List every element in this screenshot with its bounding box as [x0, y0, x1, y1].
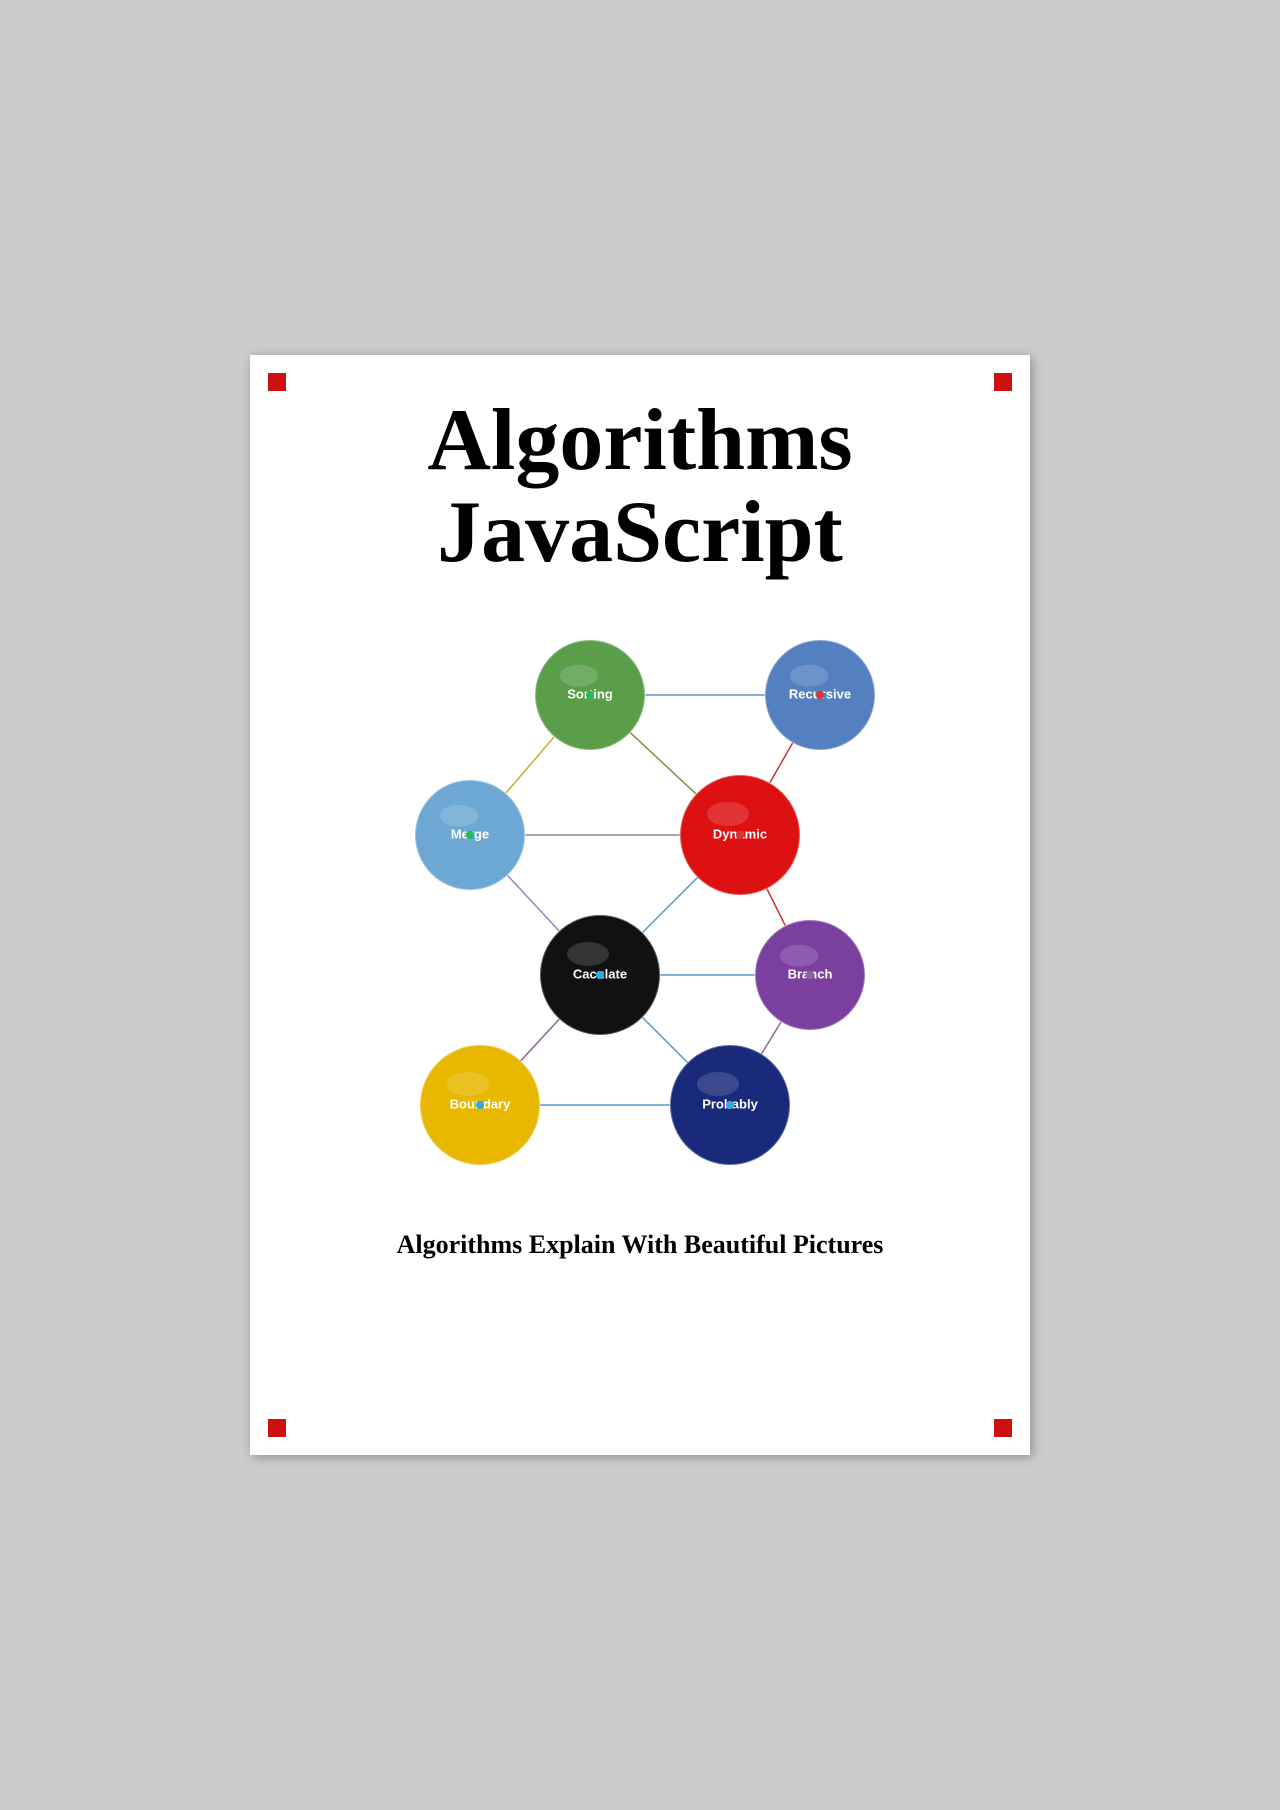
corner-bottom-right: [994, 1419, 1012, 1437]
algorithm-diagram: SortingRecursiveMergeDynamicCaculateBran…: [360, 610, 920, 1190]
corner-top-left: [268, 373, 286, 391]
subtitle: Algorithms Explain With Beautiful Pictur…: [397, 1230, 884, 1260]
corner-bottom-left: [268, 1419, 286, 1437]
page: Algorithms JavaScript SortingRecursiveMe…: [250, 355, 1030, 1455]
title-line2: JavaScript: [427, 487, 852, 579]
title-line1: Algorithms: [427, 395, 852, 487]
corner-top-right: [994, 373, 1012, 391]
diagram-container: SortingRecursiveMergeDynamicCaculateBran…: [300, 610, 980, 1190]
title-block: Algorithms JavaScript: [427, 395, 852, 580]
